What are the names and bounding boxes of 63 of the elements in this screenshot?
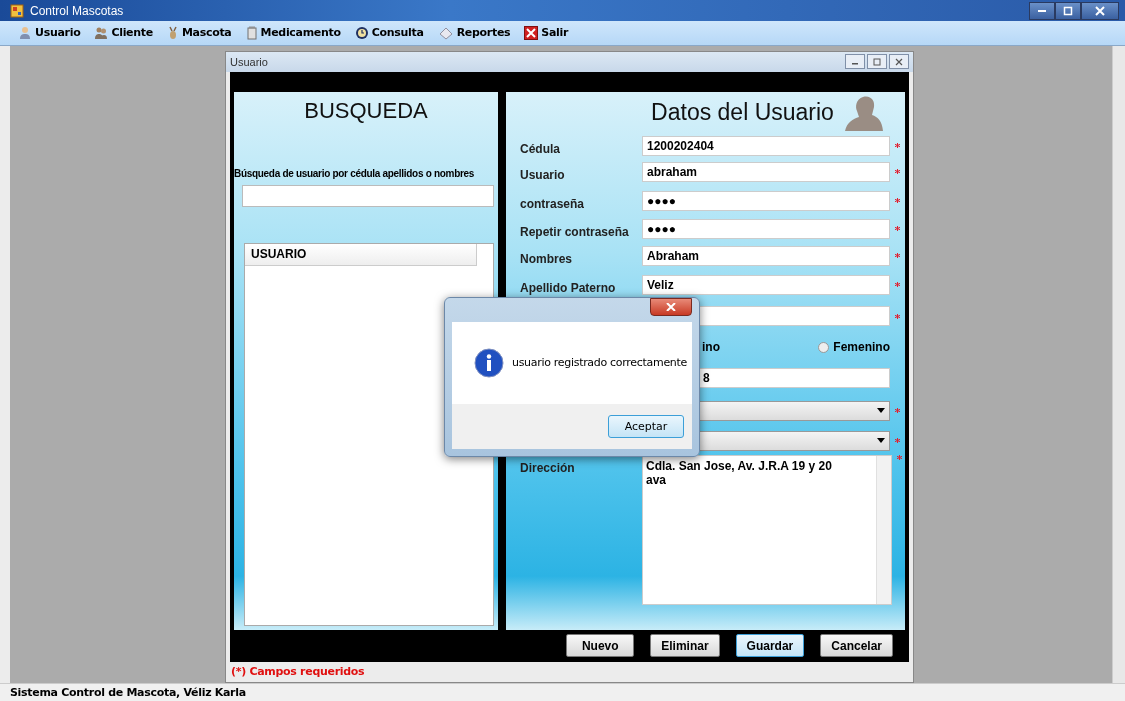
input-field[interactable]: Veliz <box>642 274 890 295</box>
window-title: Control Mascotas <box>30 3 124 18</box>
search-label: Búsqueda de usuario por cédula apellidos o nombres <box>234 167 476 179</box>
status-text: Sistema Control de Mascota, Véliz Karla <box>10 685 246 699</box>
minimize-icon <box>1038 9 1046 12</box>
user-list[interactable]: USUARIO <box>244 242 494 626</box>
menu-item[interactable]: Reportes <box>435 25 513 40</box>
field-label: Repetir contraseña <box>520 223 630 239</box>
close-icon <box>524 25 539 40</box>
menu-item[interactable]: Mascota <box>164 25 234 40</box>
address-field[interactable]: Cdla. San Jose, Av. J.R.A 19 y 20 ava <box>642 454 892 605</box>
menu-item[interactable]: Consulta <box>352 25 426 40</box>
field-label: Nombres <box>520 250 573 266</box>
child-window-title: Usuario <box>230 55 268 68</box>
form-button[interactable]: Guardar <box>735 634 805 658</box>
radio-option[interactable]: Femenino <box>818 340 890 355</box>
input-field[interactable]: Abraham <box>642 245 890 266</box>
caret-icon <box>877 438 885 444</box>
close-button[interactable] <box>889 54 909 70</box>
menu-item[interactable]: Usuario <box>16 25 83 40</box>
radio-label: ino <box>702 340 720 355</box>
caret-icon <box>877 408 885 414</box>
search-field[interactable] <box>242 184 494 207</box>
field-label: Dirección <box>520 459 576 475</box>
menu-item[interactable]: Cliente <box>92 25 155 40</box>
form-button[interactable]: Eliminar <box>650 634 720 658</box>
column-header[interactable]: USUARIO <box>251 247 307 262</box>
field-label: contraseña <box>520 195 586 211</box>
dialog-message: usuario registrado correctamente <box>512 356 687 370</box>
info-icon <box>474 347 504 378</box>
accept-button[interactable]: Aceptar <box>608 414 684 438</box>
app-icon <box>10 3 24 18</box>
clock-icon <box>354 25 369 40</box>
menu-item[interactable]: Salir <box>522 25 571 40</box>
restore-icon <box>873 57 881 66</box>
form-button[interactable]: Nuevo <box>566 634 635 658</box>
field-label: Apellido Paterno <box>520 279 617 295</box>
field-label: Usuario <box>520 166 566 182</box>
close-button[interactable] <box>1081 1 1119 20</box>
bottle-icon <box>245 25 258 40</box>
close-icon <box>895 57 903 66</box>
field-label: Cédula <box>520 140 561 156</box>
pet-icon <box>166 25 179 40</box>
form-heading: Datos del Usuario <box>651 99 834 127</box>
required-note: (*) Campos requeridos <box>231 665 365 679</box>
input-field[interactable]: ●●●● <box>642 218 890 239</box>
search-heading: BUSQUEDA <box>303 97 429 124</box>
menu-item[interactable]: Medicamento <box>243 25 343 40</box>
form-button[interactable]: Cancelar <box>820 634 893 658</box>
maximize-button[interactable] <box>1055 1 1081 20</box>
input-field[interactable]: ●●●● <box>642 190 890 211</box>
people-icon <box>94 25 109 40</box>
restore-button[interactable] <box>867 54 887 70</box>
scrollbar[interactable] <box>876 455 891 604</box>
scrollbar[interactable] <box>1112 45 1125 683</box>
close-icon <box>1095 5 1105 16</box>
person-icon <box>18 25 32 40</box>
minimize-button[interactable] <box>1029 1 1055 20</box>
input-field[interactable]: abraham <box>642 161 890 182</box>
input-field[interactable]: 1200202404 <box>642 135 890 156</box>
maximize-icon <box>1063 5 1073 16</box>
close-button[interactable] <box>650 297 692 316</box>
close-icon <box>666 302 676 311</box>
